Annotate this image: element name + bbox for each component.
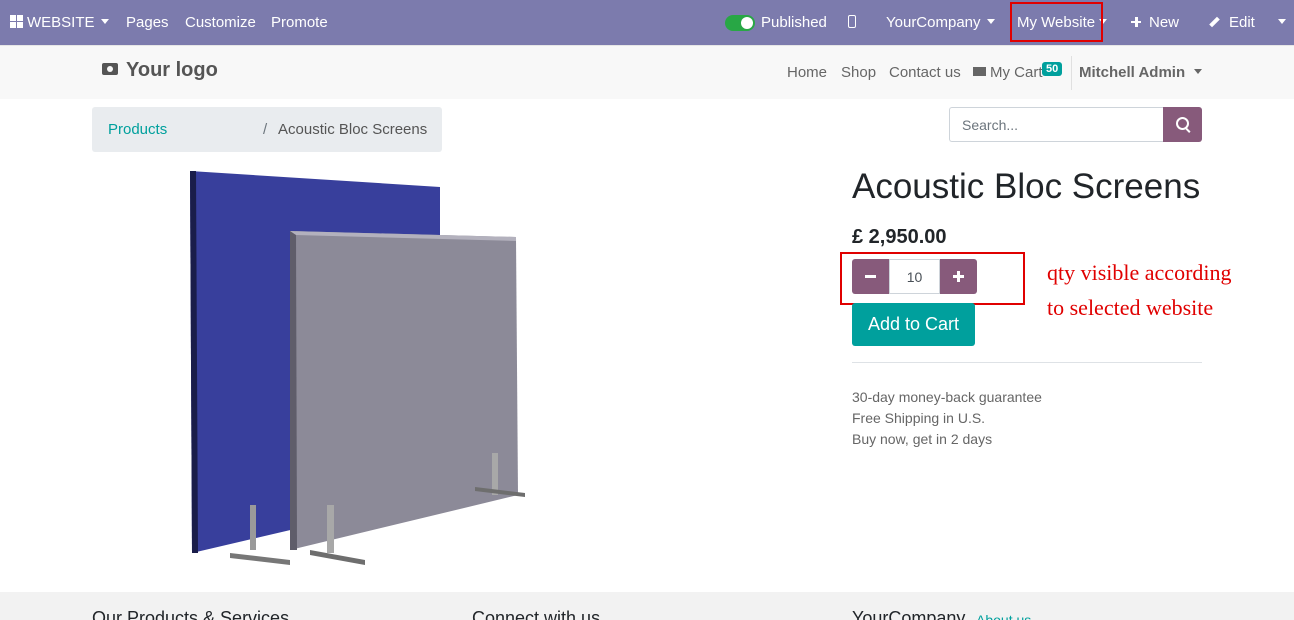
app-menu-button[interactable]: WEBSITE [10, 0, 109, 45]
footer-heading-company: YourCompany [852, 608, 966, 620]
caret-down-icon [986, 19, 995, 25]
admin-navbar: WEBSITE Pages Customize Promote Publishe… [0, 0, 1294, 45]
info-shipping: Free Shipping in U.S. [852, 410, 986, 426]
app-menu-label: WEBSITE [27, 14, 95, 31]
search-icon [1176, 117, 1189, 130]
breadcrumb-separator: / [263, 121, 268, 138]
footer-heading-products: Our Products & Services [92, 608, 290, 620]
user-menu[interactable]: Mitchell Admin [1079, 46, 1203, 99]
annotation-text-line-2: to selected website [1047, 295, 1214, 320]
caret-down-icon [1194, 69, 1203, 75]
website-header: Your logo Home Shop Contact us My Cart 5… [0, 45, 1294, 99]
pencil-icon [1209, 16, 1220, 27]
pages-menu[interactable]: Pages [126, 0, 169, 45]
caret-down-icon [100, 19, 109, 25]
user-name: Mitchell Admin [1079, 64, 1186, 81]
logo-text: Your logo [126, 59, 218, 81]
annotation-highlight-box [1010, 2, 1103, 42]
new-label: New [1149, 14, 1180, 31]
breadcrumb: Products / Acoustic Bloc Screens [92, 107, 442, 152]
nav-shop[interactable]: Shop [841, 46, 876, 99]
cart-count-badge: 50 [1042, 62, 1063, 76]
search-input[interactable] [949, 107, 1164, 142]
nav-home[interactable]: Home [787, 46, 827, 99]
customize-menu[interactable]: Customize [185, 0, 256, 45]
annotation-highlight-box [840, 252, 1025, 305]
nav-divider [1071, 56, 1072, 90]
info-guarantee: 30-day money-back guarantee [852, 389, 1042, 405]
add-to-cart-button[interactable]: Add to Cart [852, 303, 975, 346]
cart-label: My Cart [990, 64, 1043, 81]
product-title: Acoustic Bloc Screens [852, 167, 1201, 206]
new-button[interactable]: New [1131, 0, 1179, 45]
camera-icon [102, 62, 118, 75]
shopping-cart-icon [973, 66, 986, 76]
product-price: £ 2,950.00 [852, 226, 947, 248]
footer: Our Products & Services Connect with us … [0, 592, 1294, 620]
published-toggle[interactable] [725, 15, 755, 31]
footer-about-link[interactable]: About us [976, 612, 1031, 620]
divider [852, 362, 1202, 363]
site-logo[interactable]: Your logo [102, 59, 218, 82]
edit-button[interactable]: Edit [1209, 0, 1255, 45]
promote-menu[interactable]: Promote [271, 0, 328, 45]
caret-down-icon [1278, 19, 1286, 25]
nav-cart[interactable]: My Cart [973, 46, 1043, 99]
apps-grid-icon [10, 15, 23, 29]
product-image [190, 171, 525, 565]
info-delivery: Buy now, get in 2 days [852, 431, 993, 447]
mobile-preview-icon[interactable] [848, 15, 856, 28]
breadcrumb-current: Acoustic Bloc Screens [278, 121, 428, 138]
company-switcher[interactable]: YourCompany [886, 0, 995, 45]
published-label: Published [761, 14, 827, 31]
company-label: YourCompany [886, 14, 981, 31]
annotation-text-line-1: qty visible according [1047, 260, 1232, 285]
plus-icon [1131, 16, 1141, 27]
edit-dropdown-toggle[interactable] [1272, 0, 1286, 45]
breadcrumb-products-link[interactable]: Products [108, 107, 167, 152]
nav-contact[interactable]: Contact us [889, 46, 961, 99]
search-button[interactable] [1163, 107, 1202, 142]
footer-heading-connect: Connect with us [472, 608, 601, 620]
edit-label: Edit [1229, 14, 1255, 31]
